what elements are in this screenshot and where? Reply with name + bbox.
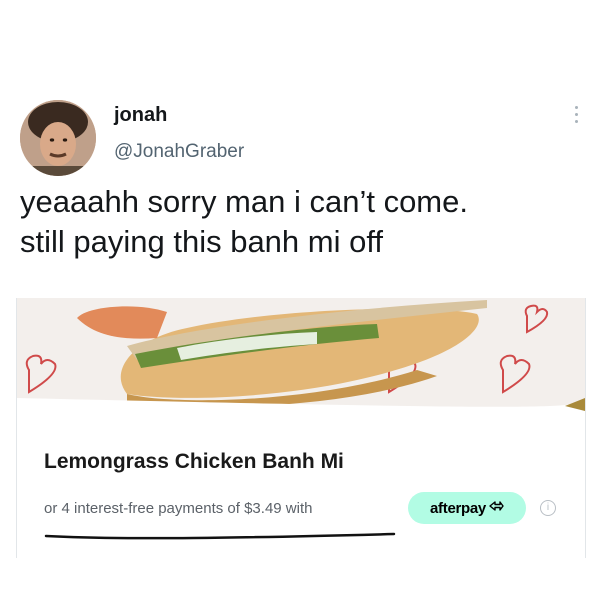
- installment-text: or 4 interest-free payments of $3.49 wit…: [44, 500, 313, 517]
- more-options-icon[interactable]: [574, 106, 580, 128]
- tweet-text-line: still paying this banh mi off: [20, 224, 384, 259]
- user-handle[interactable]: @JonahGraber: [114, 141, 244, 163]
- product-title: Lemongrass Chicken Banh Mi: [44, 450, 344, 473]
- tweet-text-line: yeaaahh sorry man i can’t come.: [20, 184, 468, 219]
- info-icon[interactable]: i: [540, 500, 556, 516]
- handwritten-underline: [44, 532, 396, 540]
- afterpay-logo-icon: [488, 499, 504, 517]
- tweet: jonah @JonahGraber yeaaahh sorry man i c…: [0, 0, 600, 600]
- tweet-text: yeaaahh sorry man i can’t come. still pa…: [20, 182, 590, 262]
- avatar[interactable]: [20, 100, 96, 176]
- banh-mi-photo: [17, 298, 585, 411]
- afterpay-label: afterpay: [430, 499, 486, 517]
- display-name[interactable]: jonah: [114, 104, 167, 127]
- afterpay-badge[interactable]: afterpay: [408, 492, 526, 524]
